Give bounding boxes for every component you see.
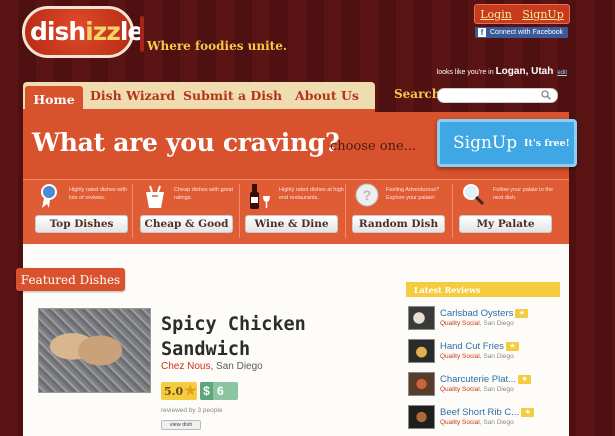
option-desc: Feeling Adventurous? Explore your palate… [386, 187, 440, 201]
featured-dishes-tab: Featured Dishes [16, 268, 125, 291]
magnifier-icon [463, 184, 485, 206]
location-prefix: looks like you're in [436, 69, 494, 76]
review-item[interactable]: Charcuterie Plat... ★ Quality Social, San… [406, 372, 560, 399]
divider [132, 184, 133, 238]
takeout-box-icon [146, 185, 164, 208]
location-edit-link[interactable]: edit [557, 70, 567, 76]
question-mark-icon: ? [355, 183, 379, 207]
fork-icon [140, 16, 144, 52]
view-dish-button[interactable]: view dish [161, 420, 201, 430]
review-thumbnail [408, 306, 435, 330]
review-dish-name[interactable]: Charcuterie Plat... ★ [440, 374, 532, 385]
rating-value: 5.0 [164, 384, 184, 398]
nav-home-tab[interactable]: Home [25, 86, 83, 112]
signup-link[interactable]: SignUp [522, 8, 564, 21]
site-logo[interactable]: dishizzle [22, 6, 144, 58]
facebook-connect-button[interactable]: f Connect with Facebook [475, 27, 568, 38]
featured-city: , San Diego [210, 361, 263, 372]
svg-text:?: ? [363, 187, 372, 203]
review-dish-name[interactable]: Carlsbad Oysters ★ [440, 308, 529, 319]
my-palate-button[interactable]: My Palate [459, 215, 552, 233]
review-count: reviewed by 3 people [161, 407, 223, 414]
divider [452, 184, 453, 238]
logo-text: dishizzle [30, 17, 144, 46]
star-badge-icon: ★ [518, 375, 532, 384]
review-thumbnail [408, 372, 435, 396]
facebook-connect-label: Connect with Facebook [490, 29, 564, 36]
facebook-icon: f [478, 28, 486, 37]
option-desc: Highly rated dishes with lots of reviews… [69, 187, 128, 201]
main-nav: Home Dish Wizard Submit a Dish About Us [23, 82, 375, 112]
star-icon: ★ [184, 383, 197, 399]
review-meta: Quality Social, San Diego [440, 353, 514, 360]
tagline: Where foodies unite. [147, 39, 288, 53]
option-desc: Cheap dishes with great ratings. [174, 187, 234, 201]
review-thumbnail [408, 405, 435, 429]
cheap-good-button[interactable]: Cheap & Good [140, 215, 233, 233]
review-thumbnail [408, 339, 435, 363]
review-meta: Quality Social, San Diego [440, 419, 514, 426]
craving-options: Highly rated dishes with lots of reviews… [23, 179, 569, 244]
hero-subtitle: choose one... [330, 139, 417, 154]
search-input[interactable] [437, 88, 558, 103]
featured-dish-photo[interactable] [38, 308, 151, 393]
featured-restaurant-link[interactable]: Chez Nous [161, 361, 210, 372]
divider [239, 184, 240, 238]
dollar-icon: $ [200, 382, 213, 400]
location-indicator: looks like you're in Logan, Utah edit [437, 66, 567, 77]
top-dishes-button[interactable]: Top Dishes [35, 215, 128, 233]
signup-cta-free: It's free! [524, 138, 570, 149]
nav-dish-wizard[interactable]: Dish Wizard [90, 88, 175, 103]
hero-title: What are you craving? [32, 128, 340, 157]
option-desc: Follow your palate to the next dish. [493, 187, 553, 201]
wine-dine-button[interactable]: Wine & Dine [245, 215, 338, 233]
price-badge: $6 [200, 382, 238, 400]
review-dish-name[interactable]: Beef Short Rib C... ★ [440, 407, 535, 418]
review-meta: Quality Social, San Diego [440, 386, 514, 393]
nav-about-us[interactable]: About Us [295, 88, 359, 103]
latest-reviews-header: Latest Reviews [406, 282, 560, 297]
review-item[interactable]: Beef Short Rib C... ★ Quality Social, San… [406, 405, 560, 432]
login-link[interactable]: Login [480, 8, 512, 21]
option-desc: Highly rated dishes at high end restaura… [279, 187, 344, 201]
random-dish-button[interactable]: Random Dish [352, 215, 445, 233]
rating-badge: 5.0 ★ [161, 382, 197, 400]
signup-cta-button[interactable]: SignUp It's free! [437, 119, 577, 167]
star-badge-icon: ★ [515, 309, 529, 318]
price-value: 6 [217, 384, 224, 398]
divider [345, 184, 346, 238]
review-item[interactable]: Hand Cut Fries ★ Quality Social, San Dieg… [406, 339, 560, 366]
star-badge-icon: ★ [505, 342, 519, 351]
review-item[interactable]: Carlsbad Oysters ★ Quality Social, San Di… [406, 306, 560, 333]
featured-dish-title[interactable]: Spicy Chicken Sandwich [161, 312, 331, 362]
review-dish-name[interactable]: Hand Cut Fries ★ [440, 341, 519, 352]
review-meta: Quality Social, San Diego [440, 320, 514, 327]
signup-cta-label: SignUp [453, 133, 518, 153]
ribbon-award-icon [41, 184, 57, 208]
location-city: Logan, Utah [495, 66, 554, 77]
featured-restaurant: Chez Nous, San Diego [161, 361, 263, 372]
wine-bottle-icon [250, 184, 270, 209]
search-icon[interactable] [541, 90, 551, 100]
nav-submit-dish[interactable]: Submit a Dish [183, 88, 282, 103]
star-badge-icon: ★ [521, 408, 535, 417]
auth-links: Login SignUp [474, 4, 570, 24]
